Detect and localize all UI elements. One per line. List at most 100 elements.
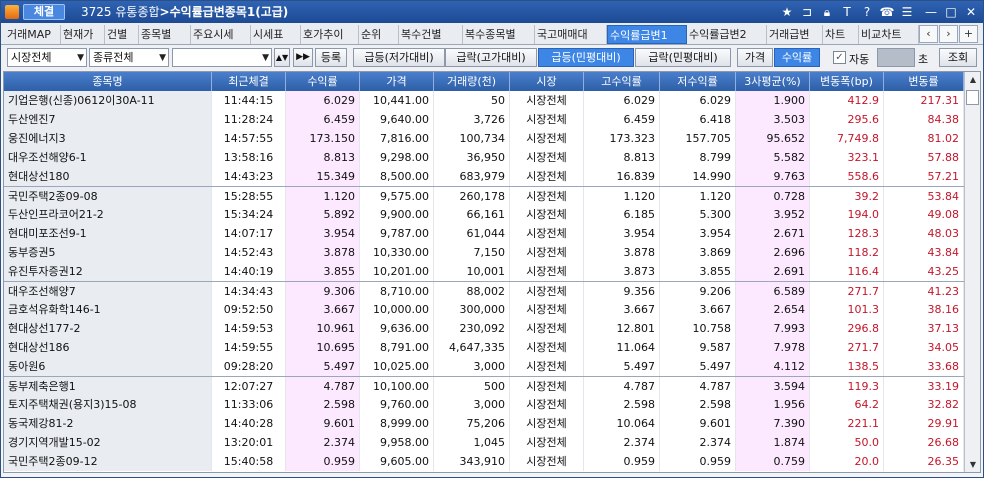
table-row[interactable]: 동부제축은행1 12:07:27 4.787 10,100.00 500 시장전체 4.78… [4, 376, 964, 396]
table-row[interactable]: 동국제강81-2 14:40:28 9.601 8,999.00 75,206 시장전체 1… [4, 414, 964, 433]
type-select[interactable]: 종류전체 ▼ [89, 48, 169, 67]
col-change-rate[interactable]: 변동률 [884, 72, 964, 91]
col-high-yield[interactable]: 고수익률 [584, 72, 660, 91]
tab-10[interactable]: 국고매매대 [535, 25, 607, 44]
pin-icon[interactable]: ⊐ [799, 4, 815, 20]
table-row[interactable]: 경기지역개발15-02 13:20:01 2.374 9,958.00 1,045 시장전… [4, 433, 964, 452]
col-low-yield[interactable]: 저수익률 [660, 72, 736, 91]
cell-price: 9,958.00 [360, 433, 434, 452]
minimize-icon[interactable]: — [923, 4, 939, 20]
price-button[interactable]: 가격 [737, 48, 773, 67]
cell-market: 시장전체 [510, 357, 584, 376]
col-change-bp[interactable]: 변동폭(bp) [810, 72, 884, 91]
lock-icon[interactable]: 🔒︎ [819, 4, 835, 20]
tab-7[interactable]: 순위 [359, 25, 399, 44]
table-row[interactable]: 두산인프라코어21-2 15:34:24 5.892 9,900.00 66,161 시장… [4, 205, 964, 224]
tab-3[interactable]: 종목별 [139, 25, 191, 44]
scroll-down-icon[interactable]: ▼ [966, 457, 980, 472]
cell-change-rate: 43.84 [884, 243, 964, 262]
cell-market: 시장전체 [510, 282, 584, 301]
seconds-input[interactable] [877, 48, 915, 67]
tab-1[interactable]: 현재가 [61, 25, 105, 44]
tab-2[interactable]: 건별 [105, 25, 139, 44]
spin-updown-button[interactable]: ▲▼ [274, 48, 290, 67]
tab-prev-button[interactable]: ‹ [919, 25, 938, 43]
tab-11[interactable]: 수익률급변1 [607, 25, 687, 44]
cell-change-rate: 81.02 [884, 129, 964, 148]
auto-checkbox[interactable]: ✓ [833, 51, 846, 64]
cell-last-trade: 14:40:19 [212, 262, 286, 281]
screen-number: 3725 [81, 5, 112, 19]
tab-0[interactable]: 거래MAP [5, 25, 61, 44]
cell-name: 두산엔진7 [4, 110, 212, 129]
yield-button[interactable]: 수익률 [774, 48, 820, 67]
menu-icon[interactable]: ☰ [899, 4, 915, 20]
tab-12[interactable]: 수익률급변2 [687, 25, 767, 44]
tab-8[interactable]: 복수건별 [399, 25, 463, 44]
window-title: 3725 유통종합>수익률급변종목1(고급) [81, 4, 288, 20]
col-volume[interactable]: 거래량(천) [434, 72, 510, 91]
vertical-scrollbar[interactable]: ▲ ▼ [964, 72, 980, 472]
market-select[interactable]: 시장전체 ▼ [7, 48, 87, 67]
cell-volume: 75,206 [434, 414, 510, 433]
maximize-icon[interactable]: □ [943, 4, 959, 20]
table-row[interactable]: 토지주택채권(용지3)15-08 11:33:06 2.598 9,760.00 3,0… [4, 395, 964, 414]
table-row[interactable]: 현대상선177-2 14:59:53 10.961 9,636.00 230,092 시장… [4, 319, 964, 338]
cell-yield: 5.497 [286, 357, 360, 376]
cell-last-trade: 13:58:16 [212, 148, 286, 167]
drop-vs-private-button[interactable]: 급락(민평대비) [635, 48, 731, 67]
table-row[interactable]: 두산엔진7 11:28:24 6.459 9,640.00 3,726 시장전체 6.459… [4, 110, 964, 129]
drop-vs-high-button[interactable]: 급락(고가대비) [445, 48, 537, 67]
col-market[interactable]: 시장 [510, 72, 584, 91]
query-button[interactable]: 조회 [939, 48, 977, 67]
cell-yield: 2.374 [286, 433, 360, 452]
tab-next-button[interactable]: › [939, 25, 958, 43]
scroll-thumb[interactable] [966, 90, 979, 105]
table-row[interactable]: 대우조선해양6-1 13:58:16 8.813 9,298.00 36,950 시장전체… [4, 148, 964, 167]
fast-forward-icon[interactable]: ▶▶ [293, 48, 313, 67]
table-row[interactable]: 유진투자증권12 14:40:19 3.855 10,201.00 10,001 시장전체… [4, 262, 964, 281]
phone-icon[interactable]: ☎ [879, 4, 895, 20]
cell-change-bp: 64.2 [810, 395, 884, 414]
table-row[interactable]: 현대상선186 14:59:55 10.695 8,791.00 4,647,335 시장… [4, 338, 964, 357]
cell-change-bp: 412.9 [810, 91, 884, 110]
tab-4[interactable]: 주요시세 [191, 25, 251, 44]
cell-market: 시장전체 [510, 167, 584, 186]
tab-13[interactable]: 거래급변 [767, 25, 823, 44]
col-last-trade[interactable]: 최근체결 [212, 72, 286, 91]
star-icon[interactable]: ★ [779, 4, 795, 20]
col-name[interactable]: 종목명 [4, 72, 212, 91]
table-row[interactable]: 동부증권5 14:52:43 3.878 10,330.00 7,150 시장전체 3.87… [4, 243, 964, 262]
col-avg3[interactable]: 3사평균(%) [736, 72, 810, 91]
table-row[interactable]: 기업은행(신종)0612이30A-11 11:44:15 6.029 10,441.0… [4, 91, 964, 110]
issue-search-input[interactable]: ▼ [172, 48, 272, 67]
text-icon[interactable]: T [839, 4, 855, 20]
table-row[interactable]: 현대상선180 14:43:23 15.349 8,500.00 683,979 시장전체… [4, 167, 964, 186]
tab-9[interactable]: 복수종목별 [463, 25, 535, 44]
table-row[interactable]: 동아원6 09:28:20 5.497 10,025.00 3,000 시장전체 5.497… [4, 357, 964, 376]
col-yield[interactable]: 수익률 [286, 72, 360, 91]
table-row[interactable]: 국민주택2종09-08 15:28:55 1.120 9,575.00 260,178 시… [4, 186, 964, 206]
help-icon[interactable]: ? [859, 4, 875, 20]
table-row[interactable]: 국민주택2종09-12 15:40:58 0.959 9,605.00 343,910 시… [4, 452, 964, 471]
cell-name: 동국제강81-2 [4, 414, 212, 433]
bind-tag-button[interactable]: 체결 [23, 4, 65, 20]
tab-6[interactable]: 호가추이 [301, 25, 359, 44]
table-row[interactable]: 금호석유화학146-1 09:52:50 3.667 10,000.00 300,000… [4, 300, 964, 319]
register-button[interactable]: 등록 [315, 48, 347, 67]
surge-vs-low-button[interactable]: 급등(저가대비) [353, 48, 445, 67]
col-price[interactable]: 가격 [360, 72, 434, 91]
table-row[interactable]: 웅진에너지3 14:57:55 173.150 7,816.00 100,734 시장전체… [4, 129, 964, 148]
table-row[interactable]: 대우조선해양7 14:34:43 9.306 8,710.00 88,002 시장전체 9.… [4, 281, 964, 301]
scroll-up-icon[interactable]: ▲ [966, 72, 980, 87]
cell-low-yield: 2.374 [660, 433, 736, 452]
close-icon[interactable]: ✕ [963, 4, 979, 20]
surge-vs-private-button[interactable]: 급등(민평대비) [538, 48, 634, 67]
tab-14[interactable]: 차트 [823, 25, 859, 44]
tab-15[interactable]: 비교차트 [859, 25, 919, 44]
table-row[interactable]: 현대미포조선9-1 14:07:17 3.954 9,787.00 61,044 시장전체… [4, 224, 964, 243]
tab-add-button[interactable]: + [959, 25, 978, 43]
cell-avg3: 3.503 [736, 110, 810, 129]
cell-market: 시장전체 [510, 224, 584, 243]
tab-5[interactable]: 시세표 [251, 25, 301, 44]
